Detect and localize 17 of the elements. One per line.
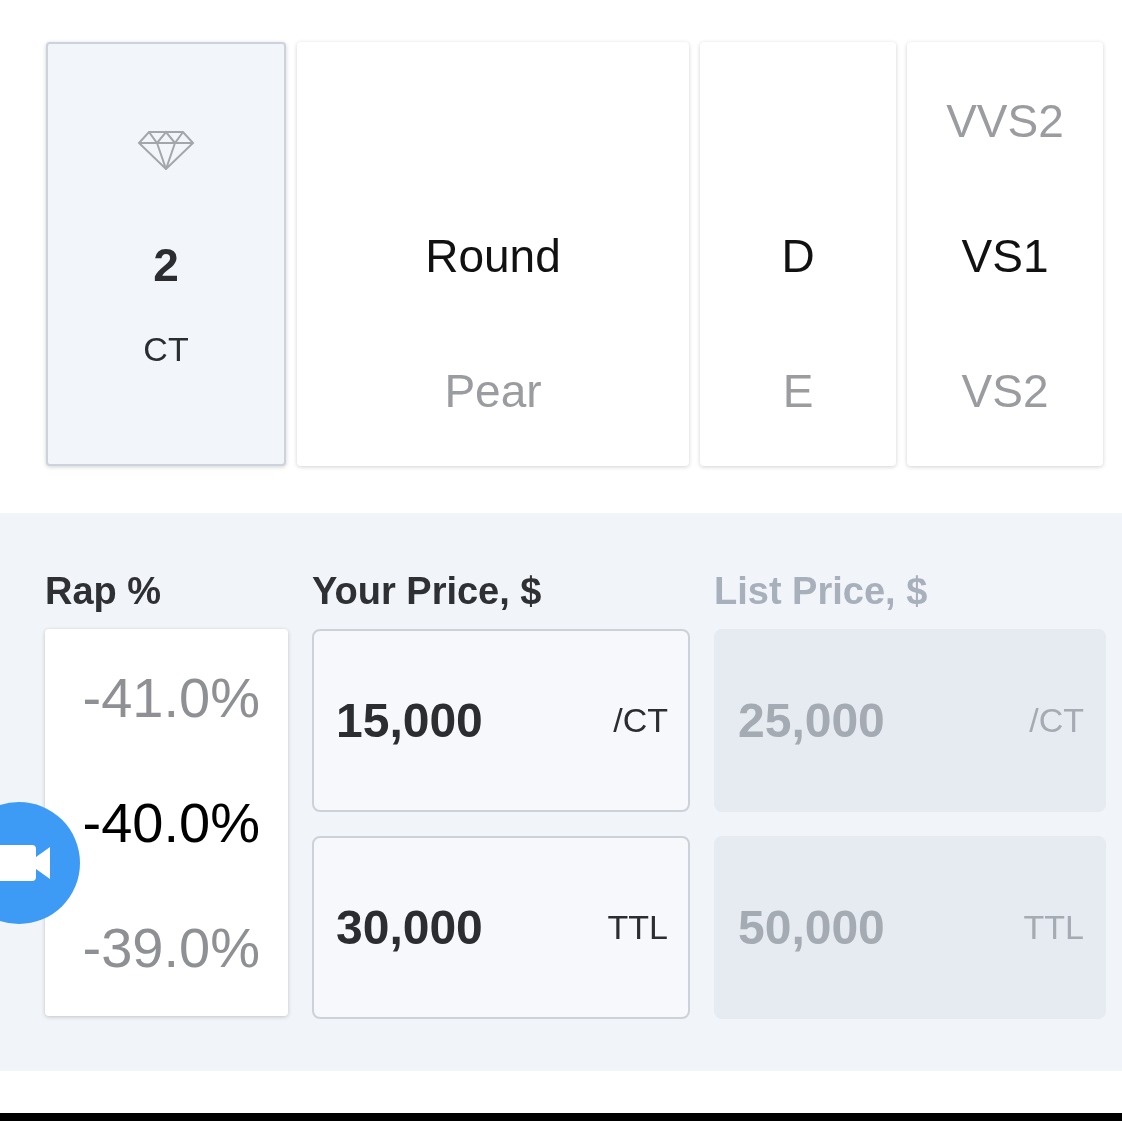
picker-option[interactable]: D bbox=[781, 229, 815, 283]
price-field[interactable]: 15,000 /CT bbox=[312, 629, 690, 812]
column-label: Rap % bbox=[45, 571, 163, 614]
diamond-icon bbox=[137, 130, 195, 170]
carat-value: 2 bbox=[153, 238, 179, 292]
picker-wheel[interactable]: D E bbox=[700, 42, 896, 466]
picker-wheel[interactable]: VVS2 VS1 VS2 bbox=[907, 42, 1103, 466]
picker-wheel[interactable]: Round Pear bbox=[297, 42, 689, 466]
picker-option[interactable]: VS1 bbox=[961, 229, 1049, 283]
column-label: Your Price, $ bbox=[312, 571, 543, 614]
carat-unit: CT bbox=[143, 330, 189, 369]
picker-option[interactable]: -40.0% bbox=[82, 790, 260, 855]
column-label: List Price, $ bbox=[714, 571, 929, 614]
carat-card[interactable]: 2 CT bbox=[46, 42, 286, 466]
picker-option[interactable]: Round bbox=[425, 229, 561, 283]
price-field[interactable]: 30,000 TTL bbox=[312, 836, 690, 1019]
picker-wheel[interactable]: -41.0% -40.0% -39.0% bbox=[45, 629, 288, 1016]
